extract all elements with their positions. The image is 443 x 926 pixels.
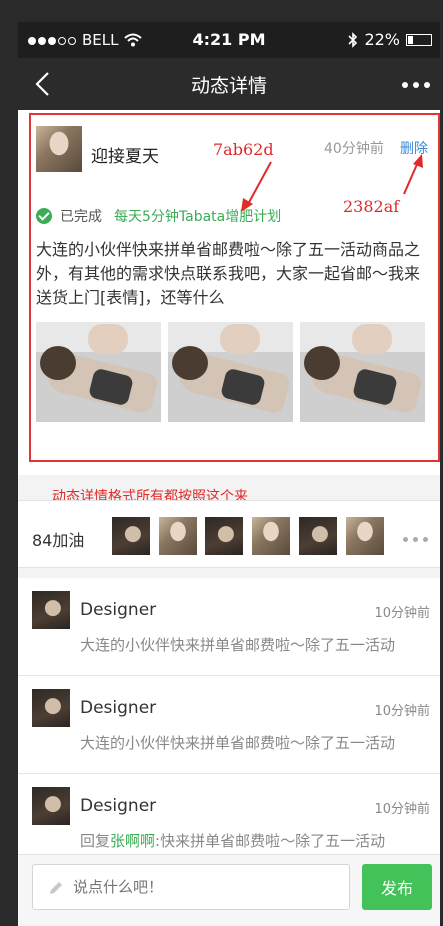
liker-avatar[interactable]: [299, 517, 337, 555]
comment-text: 大连的小伙伴快来拼单省邮费啦～除了五一活动: [80, 636, 396, 654]
comment-item[interactable]: Designer 10分钟前 大连的小伙伴快来拼单省邮费啦～除了五一活动: [18, 676, 440, 774]
status-bar: BELL 4:21 PM 22%: [18, 22, 440, 58]
comment-time: 10分钟前: [374, 606, 430, 621]
commenter-name: Designer: [80, 698, 157, 718]
commenter-avatar[interactable]: [32, 591, 70, 629]
liker-avatar[interactable]: [159, 517, 197, 555]
bluetooth-icon: [348, 31, 358, 48]
reply-text: :快来拼单省邮费啦～除了五一活动: [155, 832, 386, 850]
battery-icon: [406, 33, 432, 46]
more-likers-icon[interactable]: [403, 537, 428, 542]
more-options-icon[interactable]: [402, 82, 430, 88]
annotation-arrow-icon: [241, 161, 272, 212]
battery-percent: 22%: [364, 30, 400, 49]
likes-row: 84加油: [18, 500, 440, 568]
comment-text: 回复张啊啊:快来拼单省邮费啦～除了五一活动: [80, 830, 385, 851]
likes-label: 84加油: [32, 531, 85, 550]
nav-bar: 动态详情: [18, 58, 440, 110]
commenter-avatar[interactable]: [32, 787, 70, 825]
comment-time: 10分钟前: [374, 802, 430, 817]
reply-target-name[interactable]: 张啊啊: [110, 832, 155, 850]
commenter-name: Designer: [80, 600, 157, 620]
comment-text: 大连的小伙伴快来拼单省邮费啦～除了五一活动: [80, 734, 396, 752]
comment-input[interactable]: [73, 873, 333, 901]
comment-time: 10分钟前: [374, 704, 430, 719]
comment-input-bar: 发布: [18, 854, 440, 926]
annotation-label-2: 2382af: [343, 197, 400, 216]
page-title: 动态详情: [190, 75, 267, 97]
phone-screen: BELL 4:21 PM 22% 动态详情 迎接夏天 40分钟前 删除 已完成 …: [18, 22, 440, 926]
pencil-icon: [50, 882, 62, 894]
commenter-name: Designer: [80, 796, 157, 816]
liker-avatar[interactable]: [112, 517, 150, 555]
reply-prefix: 回复: [80, 832, 111, 850]
send-button[interactable]: 发布: [362, 864, 432, 910]
commenter-avatar[interactable]: [32, 689, 70, 727]
annotation-arrow-icon: [403, 154, 423, 195]
status-right: 22%: [348, 30, 432, 49]
liker-avatar[interactable]: [252, 517, 290, 555]
comment-list: Designer 10分钟前 大连的小伙伴快来拼单省邮费啦～除了五一活动 Des…: [18, 578, 440, 872]
comment-field[interactable]: [32, 864, 350, 910]
liker-avatar[interactable]: [346, 517, 384, 555]
annotation-label-1: 7ab62d: [213, 140, 274, 159]
liker-avatar[interactable]: [205, 517, 243, 555]
comment-item[interactable]: Designer 10分钟前 大连的小伙伴快来拼单省邮费啦～除了五一活动: [18, 578, 440, 676]
